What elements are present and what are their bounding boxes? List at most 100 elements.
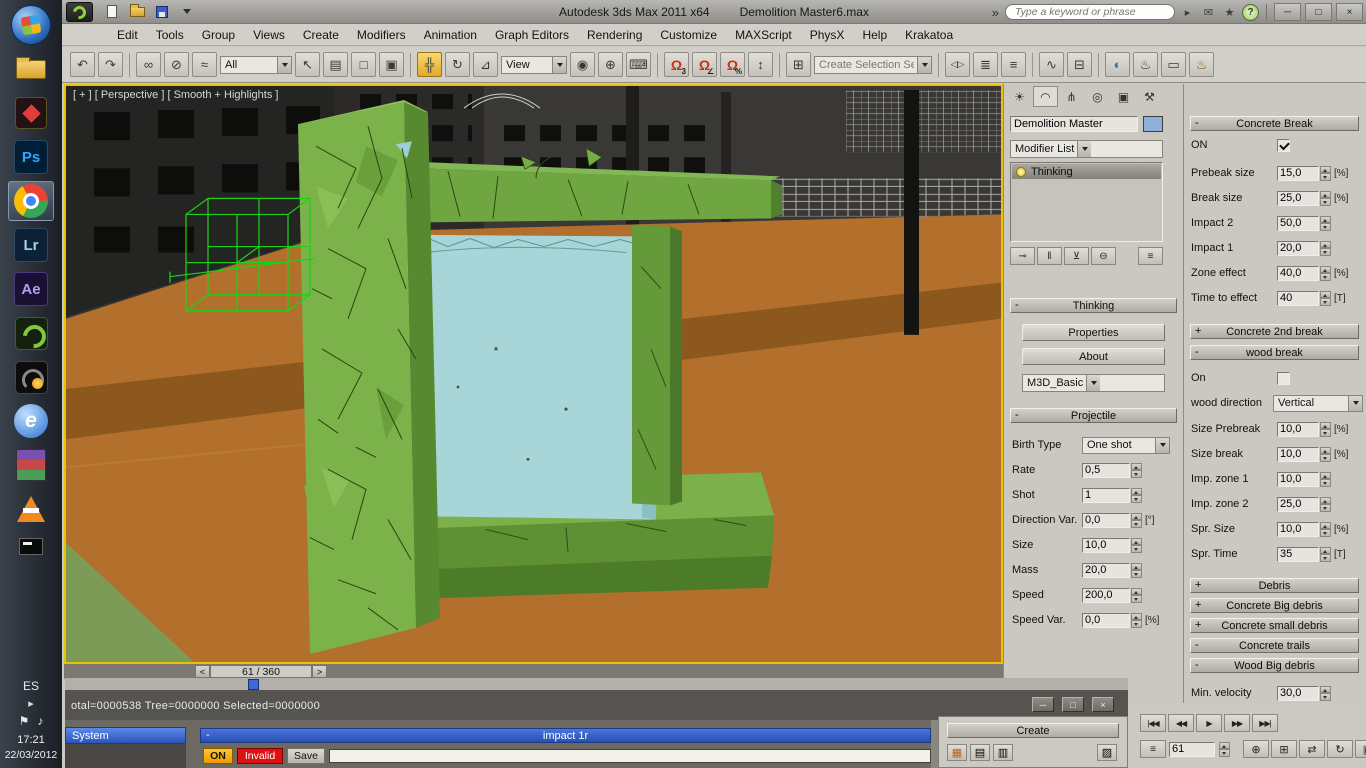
zoom-extents-button[interactable]: ⊞ — [1271, 740, 1297, 758]
angle-snap-button[interactable]: Ω ∠ — [692, 52, 717, 77]
winrar-taskbar-button[interactable] — [8, 445, 54, 485]
spinner[interactable] — [1320, 190, 1331, 206]
spinner[interactable] — [1320, 546, 1331, 562]
restore-button[interactable]: □ — [1305, 3, 1332, 21]
vlc-taskbar-button[interactable] — [8, 489, 54, 529]
zoom-button[interactable]: ⊕ — [1243, 740, 1269, 758]
tab-display[interactable]: ▣ — [1111, 86, 1136, 107]
size-break-input[interactable] — [1277, 446, 1319, 462]
spinner[interactable] — [1131, 612, 1142, 628]
photoshop-taskbar-button[interactable]: Ps — [8, 137, 54, 177]
start-button[interactable] — [11, 5, 51, 45]
copy-tool-button[interactable]: ▨ — [1097, 744, 1117, 761]
menu-create[interactable]: Create — [294, 28, 348, 42]
go-to-end-button[interactable]: ▶▶| — [1252, 714, 1278, 732]
list-tool-button[interactable]: ▤ — [970, 744, 990, 761]
time-slider-next-button[interactable]: > — [312, 665, 327, 678]
menu-views[interactable]: Views — [244, 28, 294, 42]
time-slider-track-left[interactable] — [64, 664, 195, 679]
about-button[interactable]: About — [1022, 348, 1165, 365]
pan-button[interactable]: ⇄ — [1299, 740, 1325, 758]
select-object-button[interactable]: ↖ — [295, 52, 320, 77]
chrome-taskbar-button[interactable] — [8, 181, 54, 221]
tp-maximize-button[interactable]: □ — [1062, 697, 1084, 712]
imp-zone1-input[interactable] — [1277, 471, 1319, 487]
search-go-button[interactable]: ▸ — [1179, 3, 1196, 21]
configure-modifier-sets-button[interactable]: ≡ — [1138, 247, 1163, 265]
language-indicator[interactable]: ES — [23, 679, 39, 693]
impact1-input[interactable] — [1277, 240, 1319, 256]
menu-help[interactable]: Help — [853, 28, 896, 42]
render-production-button[interactable]: ♨ — [1189, 52, 1214, 77]
spinner[interactable] — [1320, 215, 1331, 231]
material-editor-button[interactable]: ◐ — [1105, 52, 1130, 77]
tp-save-button[interactable]: Save — [287, 748, 325, 764]
rollout-concrete-big-debris[interactable]: + Concrete Big debris — [1190, 598, 1359, 613]
modifier-list-dropdown[interactable]: Modifier List — [1010, 140, 1163, 158]
rollout-concrete-trails[interactable]: - Concrete trails — [1190, 638, 1359, 653]
remove-modifier-button[interactable]: ⊖ — [1091, 247, 1116, 265]
3dsmax-logo-icon[interactable] — [66, 1, 93, 22]
menu-krakatoa[interactable]: Krakatoa — [896, 28, 962, 42]
frame-spinner[interactable] — [1219, 741, 1230, 757]
direction-var-input[interactable] — [1082, 512, 1130, 528]
menu-edit[interactable]: Edit — [108, 28, 147, 42]
rectangular-selection-button[interactable]: □ — [351, 52, 376, 77]
menu-customize[interactable]: Customize — [651, 28, 726, 42]
keyframe-marker[interactable] — [248, 679, 259, 690]
columns-tool-button[interactable]: ▥ — [993, 744, 1013, 761]
rendered-frame-window-button[interactable]: ▭ — [1161, 52, 1186, 77]
imp-zone2-input[interactable] — [1277, 496, 1319, 512]
rollout-concrete-small-debris[interactable]: + Concrete small debris — [1190, 618, 1359, 633]
preset-dropdown[interactable]: M3D_Basic — [1022, 374, 1165, 392]
grid-tool-button[interactable]: ▦ — [947, 744, 967, 761]
chevron-down-icon[interactable] — [1077, 141, 1092, 157]
current-frame-input[interactable] — [1169, 741, 1215, 757]
object-name-input[interactable] — [1010, 116, 1138, 132]
speed-var-input[interactable] — [1082, 612, 1130, 628]
prebreak-size-input[interactable] — [1277, 165, 1319, 181]
spinner[interactable] — [1320, 685, 1331, 701]
time-slider-track[interactable]: < 61 / 360 > — [64, 664, 1003, 679]
reference-coordinate-dropdown[interactable]: View — [501, 55, 567, 74]
spinner[interactable] — [1131, 562, 1142, 578]
overflow-chevron-icon[interactable]: » — [990, 5, 1001, 20]
spinner[interactable] — [1320, 240, 1331, 256]
chevron-down-icon[interactable] — [1086, 375, 1101, 391]
curve-editor-button[interactable]: ∿ — [1039, 52, 1064, 77]
select-and-manipulate-button[interactable]: ⊕ — [598, 52, 623, 77]
menu-animation[interactable]: Animation — [415, 28, 486, 42]
modifier-stack-item[interactable]: Thinking — [1012, 164, 1161, 179]
tab-modify[interactable]: ◠ — [1033, 86, 1058, 107]
after-effects-taskbar-button[interactable]: Ae — [8, 269, 54, 309]
internet-explorer-taskbar-button[interactable]: e — [8, 401, 54, 441]
time-slider-prev-button[interactable]: < — [195, 665, 210, 678]
tab-motion[interactable]: ◎ — [1085, 86, 1110, 107]
chevron-down-icon[interactable] — [917, 56, 931, 73]
modifier-stack[interactable]: Thinking — [1010, 162, 1163, 242]
show-hidden-icons-button[interactable]: ▸ — [28, 697, 34, 710]
console-taskbar-button[interactable] — [8, 533, 54, 559]
spinner[interactable] — [1131, 512, 1142, 528]
rollout-projectile[interactable]: - Projectile — [1010, 408, 1177, 423]
use-pivot-center-button[interactable]: ◉ — [570, 52, 595, 77]
undo-button[interactable]: ↶ — [70, 52, 95, 77]
menu-rendering[interactable]: Rendering — [578, 28, 651, 42]
size-prebreak-input[interactable] — [1277, 421, 1319, 437]
pin-stack-button[interactable]: ⊸ — [1010, 247, 1035, 265]
spinner[interactable] — [1131, 587, 1142, 603]
menu-maxscript[interactable]: MAXScript — [726, 28, 801, 42]
tab-create[interactable]: ☀ — [1007, 86, 1032, 107]
action-center-icon[interactable]: ⚑ — [19, 714, 30, 728]
menu-modifiers[interactable]: Modifiers — [348, 28, 415, 42]
size-input[interactable] — [1082, 537, 1130, 553]
infocenter-search-input[interactable] — [1005, 4, 1175, 20]
audio-app-taskbar-button[interactable] — [8, 357, 54, 397]
spinner[interactable] — [1320, 521, 1331, 537]
track-bar[interactable] — [65, 678, 1128, 691]
mass-input[interactable] — [1082, 562, 1130, 578]
select-and-link-button[interactable]: ∞ — [136, 52, 161, 77]
spinner[interactable] — [1320, 290, 1331, 306]
spinner[interactable] — [1320, 471, 1331, 487]
rollout-wood-break[interactable]: - wood break — [1190, 345, 1359, 360]
